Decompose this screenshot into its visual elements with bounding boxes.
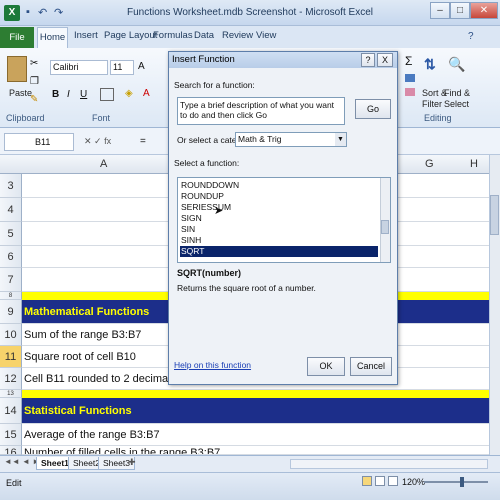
tab-review[interactable]: Review [222, 30, 253, 41]
search-function-input[interactable]: Type a brief description of what you wan… [177, 97, 345, 125]
cut-icon[interactable]: ✂ [30, 58, 38, 69]
function-signature: SQRT(number) [177, 268, 241, 278]
search-label: Search for a function: [174, 80, 255, 90]
function-description: Returns the square root of a number. [177, 283, 316, 293]
tab-formulas[interactable]: Formulas [153, 30, 193, 41]
paste-icon[interactable] [7, 56, 27, 82]
horizontal-scrollbar[interactable] [290, 459, 488, 469]
list-item[interactable]: SIGN [180, 213, 378, 224]
list-item[interactable]: SIN [180, 224, 378, 235]
section-header-stats[interactable]: Statistical Functions [22, 398, 490, 424]
insert-function-dialog: Insert Function ? X Search for a functio… [168, 51, 398, 385]
dialog-close-button[interactable]: X [377, 53, 393, 67]
autosum-icon[interactable]: Σ [405, 54, 412, 68]
list-scroll-thumb[interactable] [381, 220, 389, 234]
font-name-select[interactable]: Calibri [50, 60, 108, 75]
row-header[interactable]: 13 [0, 390, 22, 398]
list-item[interactable]: ROUNDUP [180, 191, 378, 202]
list-item[interactable]: SINH [180, 235, 378, 246]
find-select-icon[interactable]: 🔍 [448, 56, 465, 73]
list-item[interactable]: ROUNDDOWN [180, 180, 378, 191]
paste-label[interactable]: Paste [9, 88, 32, 98]
dialog-help-button[interactable]: ? [361, 53, 375, 67]
fill-color-icon[interactable]: ◈ [125, 88, 133, 99]
row-header[interactable]: 10 [0, 324, 22, 346]
column-header-h[interactable]: H [470, 158, 478, 170]
insert-sheet-icon[interactable]: ✚ [128, 457, 136, 468]
format-painter-icon[interactable]: ✎ [30, 94, 38, 105]
help-link[interactable]: Help on this function [174, 360, 251, 370]
sort-filter-icon[interactable]: ⇅ [424, 56, 436, 73]
tab-page-layout[interactable]: Page Layout [104, 30, 157, 41]
row-header[interactable]: 6 [0, 246, 22, 268]
window-title: Functions Worksheet.mdb Screenshot - Mic… [126, 7, 374, 18]
go-button[interactable]: Go [355, 99, 391, 119]
formula-icons[interactable]: ✕ ✓ fx [84, 136, 111, 147]
minimize-button[interactable]: – [430, 2, 450, 19]
page-break-view-icon[interactable] [388, 476, 398, 486]
row-header[interactable]: 7 [0, 268, 22, 292]
row-header[interactable]: 8 [0, 292, 22, 300]
font-color-icon[interactable]: A [143, 88, 150, 99]
tab-file[interactable]: File [0, 27, 34, 48]
font-size-select[interactable]: 11 [110, 60, 134, 75]
zoom-slider[interactable] [424, 481, 488, 483]
close-window-button[interactable]: ✕ [470, 2, 498, 19]
clipboard-group-label: Clipboard [6, 113, 45, 123]
grow-font-icon[interactable]: A [138, 61, 145, 72]
chevron-down-icon[interactable]: ▼ [335, 133, 346, 146]
borders-icon[interactable] [100, 88, 114, 101]
function-list[interactable]: ROUNDDOWN ROUNDUP SERIESSUM SIGN SIN SIN… [177, 177, 391, 263]
cancel-button[interactable]: Cancel [350, 357, 392, 376]
select-function-label: Select a function: [174, 158, 240, 168]
page-layout-view-icon[interactable] [375, 476, 385, 486]
column-header-a[interactable]: A [100, 158, 107, 170]
row-header[interactable]: 16 [0, 446, 22, 455]
tab-view[interactable]: View [256, 30, 276, 41]
row-header[interactable]: 4 [0, 198, 22, 222]
separator-band [22, 390, 490, 398]
help-icon[interactable]: ? [468, 31, 474, 42]
mouse-cursor-icon: ➤ [214, 205, 224, 217]
row-header[interactable]: 14 [0, 398, 22, 424]
normal-view-icon[interactable] [362, 476, 372, 486]
name-box[interactable]: B11 [4, 133, 74, 151]
category-select[interactable]: Math & Trig [235, 132, 347, 147]
tab-data[interactable]: Data [194, 30, 214, 41]
editing-group-label: Editing [424, 113, 452, 123]
formula-input[interactable]: = [140, 136, 146, 147]
row-header-selected[interactable]: 11 [0, 346, 22, 368]
underline-icon[interactable]: U [80, 89, 87, 100]
maximize-button[interactable]: □ [450, 2, 470, 19]
row-header[interactable]: 12 [0, 368, 22, 390]
row-header[interactable]: 5 [0, 222, 22, 246]
list-item-selected[interactable]: SQRT [180, 246, 378, 257]
tab-home[interactable]: Home [37, 27, 68, 48]
copy-icon[interactable]: ❐ [30, 76, 39, 87]
list-item[interactable]: SERIESSUM [180, 202, 378, 213]
clear-icon[interactable] [405, 88, 415, 96]
zoom-thumb[interactable] [460, 477, 464, 487]
bold-icon[interactable]: B [52, 89, 59, 100]
font-group-label: Font [92, 113, 111, 123]
zoom-level[interactable]: 120% [402, 477, 425, 487]
tab-insert[interactable]: Insert [74, 30, 98, 41]
find-select-button[interactable]: Find & Select [444, 88, 470, 110]
italic-icon[interactable]: I [67, 89, 70, 100]
column-header-g[interactable]: G [425, 158, 434, 170]
row-header[interactable]: 15 [0, 424, 22, 446]
fill-icon[interactable] [405, 74, 415, 82]
scroll-thumb[interactable] [490, 195, 499, 235]
table-row[interactable]: Average of the range B3:B7 [22, 424, 490, 446]
table-row[interactable]: Number of filled cells in the range B3:B… [22, 446, 490, 455]
row-header[interactable]: 3 [0, 174, 22, 198]
status-mode: Edit [6, 478, 22, 488]
ok-button[interactable]: OK [307, 357, 345, 376]
row-header[interactable]: 9 [0, 300, 22, 324]
